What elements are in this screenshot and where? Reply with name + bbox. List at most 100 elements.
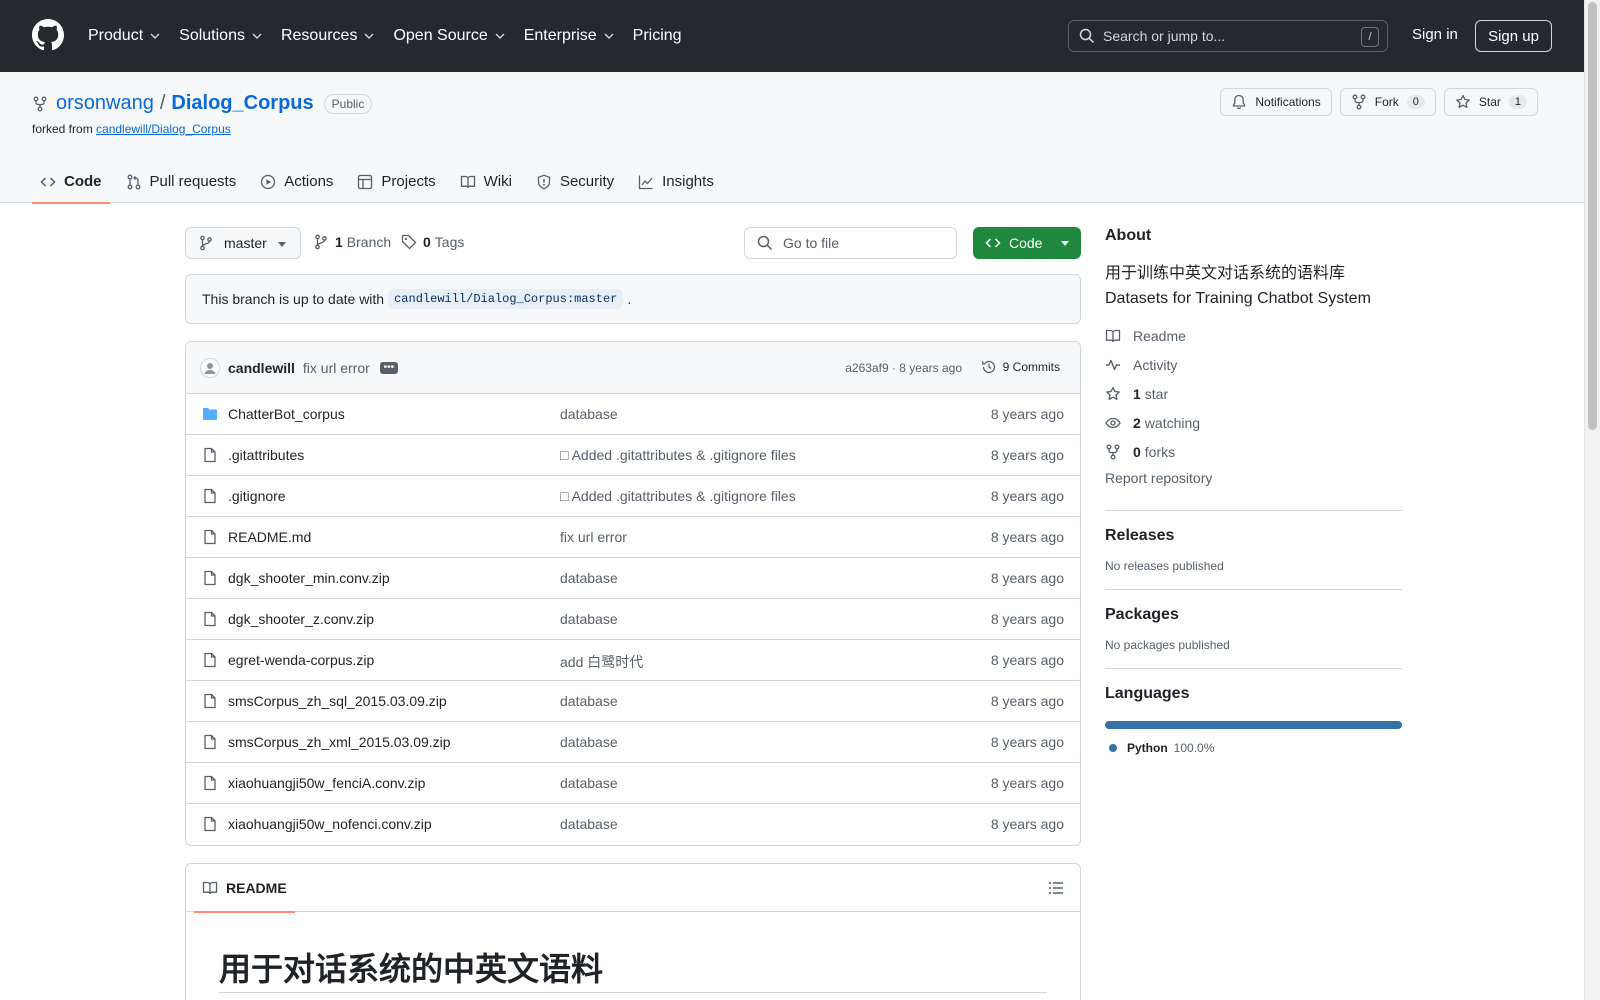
- commit-details-toggle[interactable]: •••: [379, 361, 398, 374]
- file-icon: [204, 611, 216, 627]
- repo-owner-link[interactable]: orsonwang: [56, 92, 154, 115]
- file-name-link[interactable]: smsCorpus_zh_sql_2015.03.09.zip: [228, 693, 447, 709]
- readme-heading: 用于对话系统的中英文语料: [219, 950, 604, 988]
- file-name-link[interactable]: .gitignore: [228, 488, 286, 504]
- languages-heading: Languages: [1105, 685, 1190, 702]
- file-name-link[interactable]: dgk_shooter_min.conv.zip: [228, 570, 390, 586]
- branch-count-label: Branch: [346, 234, 392, 250]
- file-commit-message-link[interactable]: database: [560, 611, 618, 627]
- upstream-ref[interactable]: candlewill/Dialog_Corpus:master: [388, 289, 624, 309]
- star-button[interactable]: Star 1: [1443, 88, 1538, 116]
- nav-enterprise[interactable]: Enterprise: [524, 27, 615, 45]
- report-repository-link[interactable]: Report repository: [1105, 470, 1402, 494]
- file-type-icon: [202, 693, 218, 709]
- file-row[interactable]: README.md fix url error 8 years ago: [186, 517, 1080, 558]
- file-commit-message-link[interactable]: database: [560, 406, 618, 422]
- file-commit-message-link[interactable]: database: [560, 775, 618, 791]
- packages-heading[interactable]: Packages: [1105, 606, 1402, 624]
- forks-label: forks: [1144, 443, 1176, 460]
- file-row[interactable]: egret-wenda-corpus.zip add 白鹭时代 8 years ag…: [186, 640, 1080, 681]
- commit-author-link[interactable]: candlewill: [228, 360, 295, 376]
- tab-security[interactable]: Security: [528, 160, 622, 203]
- tab-wiki[interactable]: Wiki: [452, 160, 520, 203]
- tags-link[interactable]: 0 Tags: [401, 234, 464, 250]
- go-to-file-placeholder: Go to file: [783, 235, 840, 251]
- file-icon: [204, 652, 216, 668]
- commit-hash-time[interactable]: a263af9 · 8 years ago: [845, 361, 962, 375]
- forked-from-link[interactable]: candlewill/Dialog_Corpus: [96, 122, 231, 136]
- file-commit-message-link[interactable]: □ Added .gitattributes & .gitignore file…: [560, 488, 796, 504]
- releases-heading[interactable]: Releases: [1105, 527, 1402, 545]
- file-name-link[interactable]: ChatterBot_corpus: [228, 406, 345, 422]
- go-to-file-input[interactable]: Go to file: [744, 227, 957, 259]
- fork-button[interactable]: Fork 0: [1339, 88, 1436, 116]
- tab-projects[interactable]: Projects: [349, 160, 443, 203]
- file-row[interactable]: .gitignore □ Added .gitattributes & .giti…: [186, 476, 1080, 517]
- nav-product[interactable]: Product: [88, 27, 161, 45]
- nav-pricing[interactable]: Pricing: [633, 27, 682, 45]
- tab-actions[interactable]: Actions: [252, 160, 341, 203]
- file-row[interactable]: dgk_shooter_z.conv.zip database 8 years ag…: [186, 599, 1080, 640]
- scrollbar-thumb[interactable]: [1588, 2, 1597, 430]
- page-scrollbar[interactable]: [1584, 0, 1600, 1000]
- file-row[interactable]: dgk_shooter_min.conv.zip database 8 years …: [186, 558, 1080, 599]
- file-commit-message-link[interactable]: add 白鹭时代: [560, 652, 643, 672]
- tab-pull-requests[interactable]: Pull requests: [118, 160, 245, 203]
- branches-link[interactable]: 1 Branch: [313, 234, 391, 250]
- graph-icon: [638, 175, 653, 189]
- bell-icon: [1233, 94, 1246, 110]
- tab-insights[interactable]: Insights: [630, 160, 722, 203]
- file-commit-message-link[interactable]: database: [560, 734, 618, 750]
- file-name-link[interactable]: xiaohuangji50w_nofenci.conv.zip: [228, 816, 432, 832]
- file-row[interactable]: smsCorpus_zh_sql_2015.03.09.zip database 8…: [186, 681, 1080, 722]
- readme-link[interactable]: Readme: [1105, 321, 1402, 350]
- tab-label: Projects: [381, 173, 436, 190]
- sign-in-link[interactable]: Sign in: [1412, 26, 1458, 43]
- tab-code[interactable]: Code: [32, 160, 110, 204]
- notifications-button[interactable]: Notifications: [1220, 88, 1332, 116]
- file-commit-age: 8 years ago: [990, 406, 1064, 422]
- language-item[interactable]: Python 100.0%: [1105, 741, 1402, 755]
- file-name-link[interactable]: .gitattributes: [228, 447, 304, 463]
- file-commit-message-link[interactable]: □ Added .gitattributes & .gitignore file…: [560, 447, 796, 463]
- watchers-link[interactable]: 2 watching: [1105, 408, 1402, 437]
- file-commit-message-link[interactable]: database: [560, 693, 618, 709]
- nav-solutions[interactable]: Solutions: [179, 27, 263, 45]
- tab-label: Wiki: [483, 173, 512, 190]
- file-name-link[interactable]: xiaohuangji50w_fenciA.conv.zip: [228, 775, 425, 791]
- file-commit-message-link[interactable]: database: [560, 816, 618, 832]
- file-commit-message-link[interactable]: database: [560, 570, 618, 586]
- file-name-link[interactable]: README.md: [228, 529, 311, 545]
- readme-tab-label: README: [226, 880, 287, 896]
- avatar[interactable]: [200, 357, 220, 378]
- branch-status-suffix: .: [627, 291, 632, 307]
- outline-list-icon[interactable]: [1048, 880, 1064, 896]
- file-commit-age: 8 years ago: [990, 652, 1064, 668]
- global-search-input[interactable]: Search or jump to... /: [1068, 20, 1388, 52]
- commit-message-link[interactable]: fix url error: [303, 360, 370, 376]
- file-row[interactable]: ChatterBot_corpus database 8 years ago: [186, 394, 1080, 435]
- activity-link[interactable]: Activity: [1105, 350, 1402, 379]
- nav-resources[interactable]: Resources: [281, 27, 375, 45]
- file-row[interactable]: smsCorpus_zh_xml_2015.03.09.zip database 8…: [186, 722, 1080, 763]
- file-name-link[interactable]: egret-wenda-corpus.zip: [228, 652, 374, 668]
- file-commit-message-link[interactable]: fix url error: [560, 529, 627, 545]
- file-name-link[interactable]: dgk_shooter_z.conv.zip: [228, 611, 374, 627]
- repo-name-link[interactable]: Dialog_Corpus: [171, 92, 313, 115]
- nav-open-source[interactable]: Open Source: [393, 27, 505, 45]
- search-placeholder: Search or jump to...: [1103, 28, 1226, 44]
- file-row[interactable]: xiaohuangji50w_nofenci.conv.zip database 8…: [186, 804, 1080, 845]
- stars-link[interactable]: 1 star: [1105, 379, 1402, 408]
- sidebar-divider: [1105, 668, 1402, 669]
- file-row[interactable]: xiaohuangji50w_fenciA.conv.zip database 8 …: [186, 763, 1080, 804]
- github-logo-icon[interactable]: [32, 19, 64, 51]
- readme-tab[interactable]: README: [194, 864, 295, 913]
- sign-up-button[interactable]: Sign up: [1475, 20, 1552, 52]
- commit-history-link[interactable]: 9 Commits: [981, 359, 1060, 375]
- code-icon: [985, 238, 1001, 248]
- file-name-link[interactable]: smsCorpus_zh_xml_2015.03.09.zip: [228, 734, 451, 750]
- forks-link[interactable]: 0 forks: [1105, 437, 1402, 466]
- file-row[interactable]: .gitattributes □ Added .gitattributes & .…: [186, 435, 1080, 476]
- branch-selector[interactable]: master: [185, 227, 301, 259]
- code-dropdown-button[interactable]: Code: [973, 227, 1081, 259]
